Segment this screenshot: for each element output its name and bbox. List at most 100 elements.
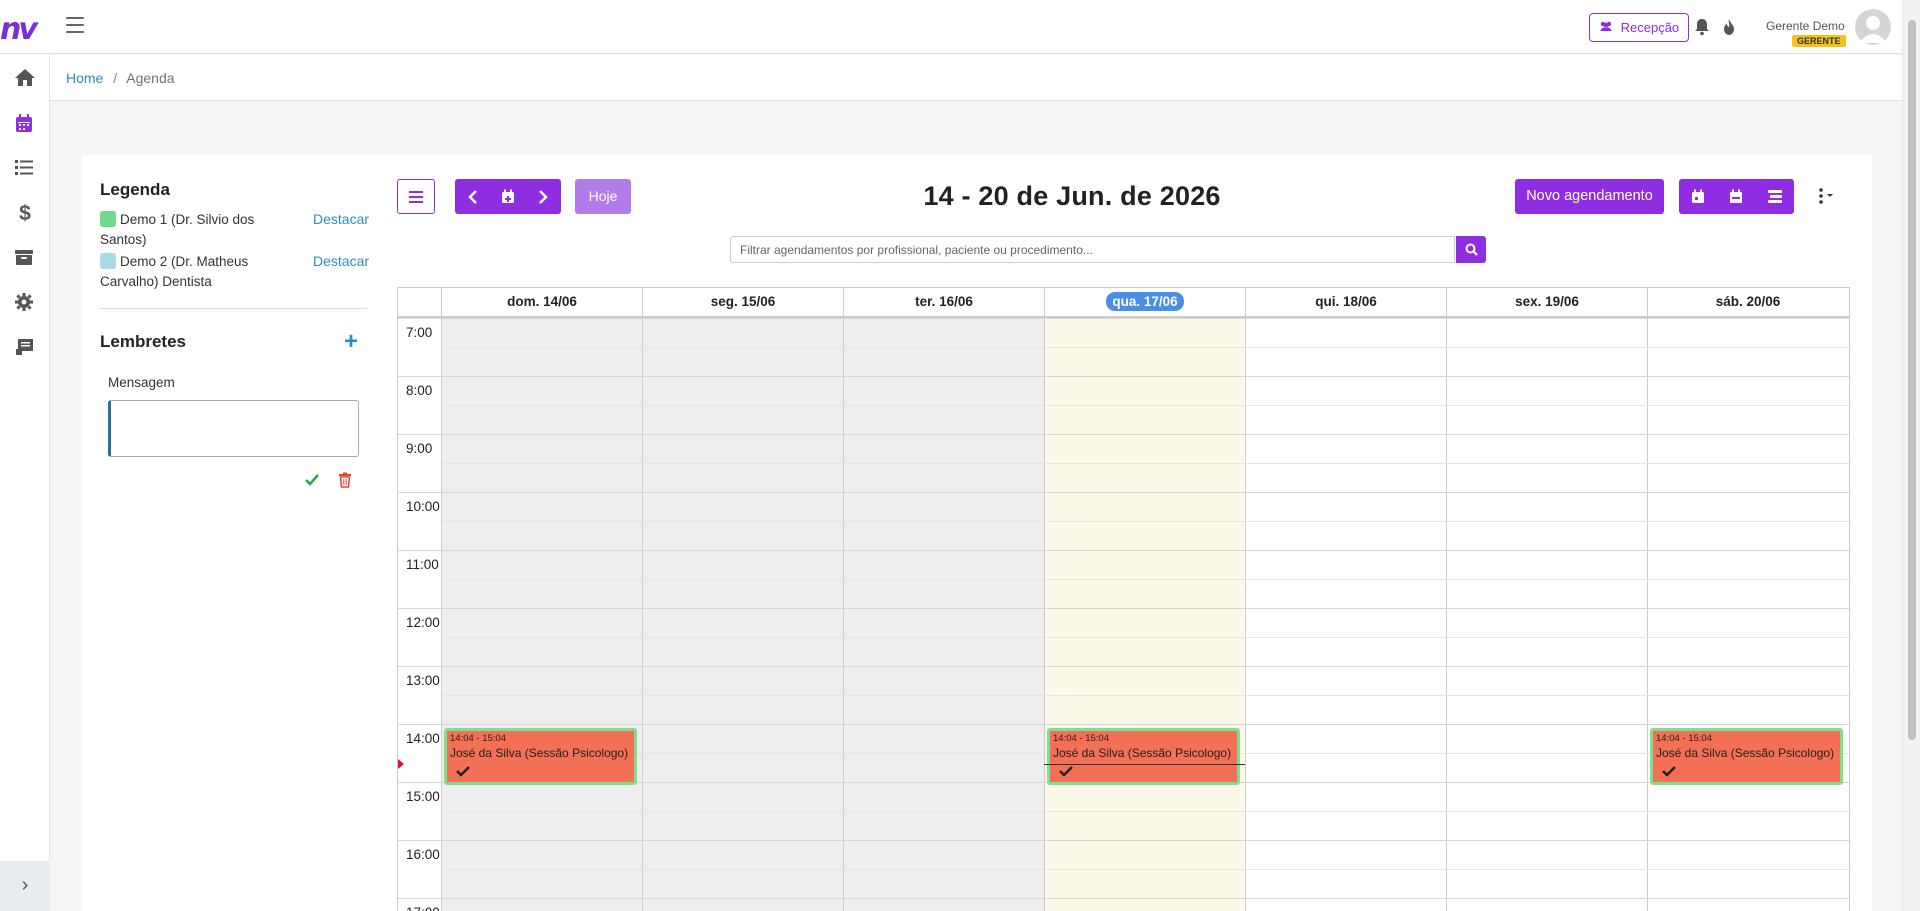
avatar[interactable] xyxy=(1855,9,1891,45)
day-column[interactable] xyxy=(1245,318,1446,911)
list-icon[interactable] xyxy=(14,158,36,180)
week-title: 14 - 20 de Jun. de 2026 xyxy=(923,181,1221,211)
check-icon xyxy=(456,766,470,777)
day-header-label: dom. 14/06 xyxy=(507,294,577,309)
hour-line xyxy=(398,376,1849,377)
plus-icon[interactable]: + xyxy=(344,328,358,356)
day-header-label: ter. 16/06 xyxy=(915,294,973,309)
hour-line xyxy=(398,898,1849,899)
hour-line xyxy=(398,608,1849,609)
more-options-dropdown[interactable] xyxy=(1815,186,1839,206)
user-role-badge: GERENTE xyxy=(1792,35,1846,47)
dollar-icon[interactable]: $ xyxy=(14,202,36,225)
message-label: Mensagem xyxy=(108,375,175,390)
day-header-label: sáb. 20/06 xyxy=(1715,294,1781,309)
week-view-button[interactable] xyxy=(1717,179,1755,214)
gear-icon[interactable] xyxy=(14,292,36,314)
half-hour-line xyxy=(441,521,1849,522)
day-header[interactable]: qui. 18/06 xyxy=(1245,288,1446,316)
day-column[interactable] xyxy=(1647,318,1848,911)
search-icon xyxy=(1465,243,1478,256)
time-label: 17:00 xyxy=(406,905,440,911)
time-label: 14:00 xyxy=(406,731,440,746)
trash-icon[interactable] xyxy=(338,472,352,488)
hour-line xyxy=(398,550,1849,551)
search-input[interactable]: Filtrar agendamentos por profissional, p… xyxy=(730,236,1455,263)
day-header[interactable]: sex. 19/06 xyxy=(1446,288,1647,316)
half-hour-line xyxy=(441,579,1849,580)
reports-icon[interactable] xyxy=(14,337,36,359)
recepcao-label: Recepção xyxy=(1620,20,1680,35)
event-time: 14:04 - 15:04 xyxy=(1656,733,1712,744)
check-icon xyxy=(1662,766,1676,777)
half-hour-line xyxy=(441,869,1849,870)
user-name[interactable]: Gerente Demo xyxy=(1766,19,1845,33)
breadcrumb: Home / Agenda xyxy=(50,55,1902,101)
archive-icon[interactable] xyxy=(14,248,36,270)
calendar-icon[interactable] xyxy=(14,113,36,135)
day-header-label: seg. 15/06 xyxy=(710,294,776,309)
appointment-event[interactable]: 14:04 - 15:04 José da Silva (Sessão Psico… xyxy=(1650,728,1843,785)
search-button[interactable] xyxy=(1456,236,1486,263)
week-calendar: dom. 14/06 seg. 15/06 ter. 16/06 qua. 17/06… xyxy=(397,287,1850,911)
home-icon[interactable] xyxy=(14,67,36,89)
calendar-week-icon xyxy=(1730,189,1743,203)
new-appointment-button[interactable]: Novo agendamento xyxy=(1515,179,1664,214)
top-bar: nv Recepção Gerente Demo GERENTE xyxy=(0,0,1902,54)
check-icon[interactable] xyxy=(304,472,320,488)
day-view-button[interactable] xyxy=(1679,179,1717,214)
current-time-line xyxy=(1044,764,1245,765)
menu-toggle-icon[interactable] xyxy=(66,17,84,33)
list-view-button[interactable] xyxy=(1756,179,1794,214)
day-header[interactable]: ter. 16/06 xyxy=(843,288,1044,316)
legend-item: Demo 2 (Dr. Matheus Carvalho) Dentista xyxy=(100,252,290,292)
calendar-header: dom. 14/06 seg. 15/06 ter. 16/06 qua. 17/06… xyxy=(398,288,1849,318)
half-hour-line xyxy=(441,637,1849,638)
next-week-button[interactable] xyxy=(526,179,561,214)
day-header[interactable]: seg. 15/06 xyxy=(642,288,843,316)
destacar-link[interactable]: Destacar xyxy=(313,253,369,269)
chevron-left-icon xyxy=(467,189,477,204)
appointment-event[interactable]: 14:04 - 15:04 José da Silva (Sessão Psico… xyxy=(1047,728,1240,785)
time-label: 13:00 xyxy=(406,673,440,688)
day-column[interactable] xyxy=(1446,318,1647,911)
breadcrumb-home-link[interactable]: Home xyxy=(66,70,103,86)
calendar-plus-icon xyxy=(501,189,514,203)
today-button[interactable]: Hoje xyxy=(575,179,631,214)
kebab-icon xyxy=(1819,188,1833,204)
scrollbar-thumb[interactable] xyxy=(1908,20,1916,740)
calendar-picker-button[interactable] xyxy=(490,179,525,214)
day-header[interactable]: qua. 17/06 xyxy=(1044,288,1245,316)
chevron-right-icon xyxy=(539,189,549,204)
day-column[interactable] xyxy=(441,318,642,911)
bell-icon[interactable] xyxy=(1694,18,1710,36)
day-header[interactable]: sáb. 20/06 xyxy=(1647,288,1848,316)
fire-icon[interactable] xyxy=(1722,18,1736,36)
prev-week-button[interactable] xyxy=(455,179,490,214)
breadcrumb-separator: / xyxy=(113,70,118,86)
day-header[interactable]: dom. 14/06 xyxy=(441,288,642,316)
hamburger-icon xyxy=(409,191,423,203)
destacar-link[interactable]: Destacar xyxy=(313,211,369,227)
day-header-label: qua. 17/06 xyxy=(1106,292,1184,311)
hour-line xyxy=(398,666,1849,667)
half-hour-line xyxy=(441,347,1849,348)
page-scrollbar[interactable] xyxy=(1902,0,1920,911)
breadcrumb-current: Agenda xyxy=(126,70,175,86)
view-group xyxy=(1679,179,1794,214)
legend-title: Legenda xyxy=(100,180,170,199)
day-column[interactable] xyxy=(843,318,1044,911)
day-header-label: sex. 19/06 xyxy=(1515,294,1579,309)
app-logo[interactable]: nv xyxy=(0,12,38,47)
recepcao-button[interactable]: Recepção xyxy=(1589,13,1690,42)
half-hour-line xyxy=(441,811,1849,812)
sidebar-expand-button[interactable]: › xyxy=(0,861,50,911)
day-column[interactable] xyxy=(642,318,843,911)
day-column[interactable] xyxy=(1044,318,1245,911)
toggle-sidebar-button[interactable] xyxy=(397,179,435,214)
hour-line xyxy=(398,434,1849,435)
half-hour-line xyxy=(441,695,1849,696)
reminders-title: Lembretes xyxy=(100,332,186,351)
message-input[interactable] xyxy=(108,400,359,457)
appointment-event[interactable]: 14:04 - 15:04 José da Silva (Sessão Psico… xyxy=(444,728,637,785)
